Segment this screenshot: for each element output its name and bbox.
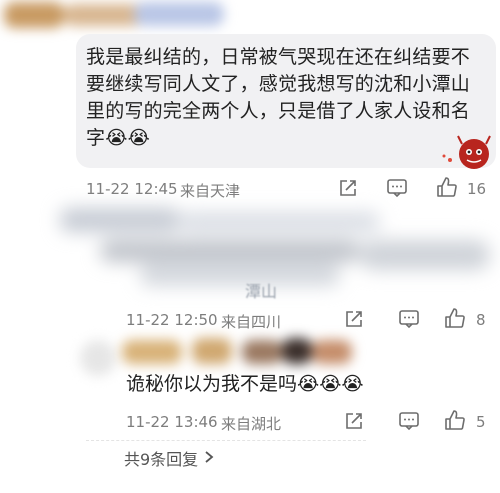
sticker-icon: [438, 132, 494, 172]
share-icon[interactable]: [344, 309, 364, 329]
username-blurred: [122, 336, 352, 368]
comment-icon[interactable]: [398, 309, 420, 329]
avatar: [80, 340, 116, 376]
reply-location: 来自湖北: [221, 415, 282, 433]
reply-snippet: 潭山: [245, 282, 278, 301]
share-icon[interactable]: [338, 178, 358, 198]
comment-icon[interactable]: [386, 178, 408, 198]
divider: [86, 440, 366, 441]
comment-icon[interactable]: [398, 411, 420, 431]
more-replies-label: 共9条回复: [124, 450, 199, 469]
like-icon[interactable]: [436, 176, 458, 198]
comment-location: 来自天津: [180, 182, 241, 200]
reply-blurred-content: [60, 200, 500, 300]
like-icon[interactable]: [444, 307, 466, 329]
comment-text: 我是最纠结的，日常被气哭现在还在纠结要不要继续写同人文了，感觉我想写的沈和小潭山…: [86, 46, 471, 149]
share-icon[interactable]: [344, 411, 364, 431]
reply-location: 来自四川: [221, 313, 282, 331]
username-blurred: [4, 0, 234, 30]
more-replies-link[interactable]: 共9条回复: [124, 446, 214, 470]
like-count: 5: [476, 413, 486, 431]
like-icon[interactable]: [444, 409, 466, 431]
like-count: 8: [476, 311, 486, 329]
reply-time: 11-22 13:46: [126, 413, 218, 431]
reply-text: 诡秘你以为我不是吗😭😭😭: [126, 373, 364, 395]
like-count: 16: [467, 180, 487, 198]
comment-time: 11-22 12:45: [86, 180, 178, 198]
chevron-right-icon: [204, 449, 214, 468]
reply-time: 11-22 12:50: [126, 311, 218, 329]
